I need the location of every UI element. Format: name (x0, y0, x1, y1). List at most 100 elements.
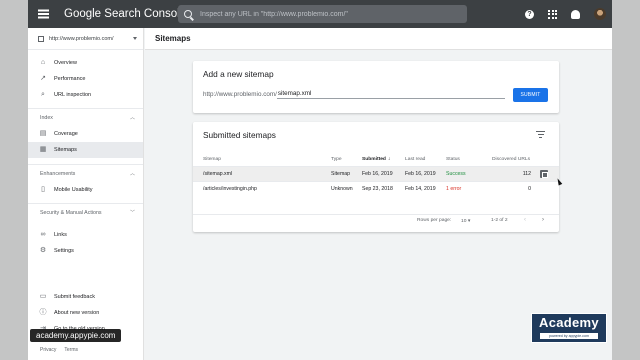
apps-icon[interactable] (548, 9, 557, 19)
sidebar-item-url-inspection[interactable]: ⌕ URL inspection (28, 87, 143, 103)
property-url: http://www.problemio.com/ (49, 35, 114, 42)
section-enhancements[interactable]: Enhancements ︿ (28, 164, 143, 182)
sidebar-item-coverage[interactable]: ▤ Coverage (28, 126, 143, 142)
home-icon: ⌂ (40, 59, 46, 66)
table-row[interactable]: /articles/investingin.php Unknown Sep 23… (193, 181, 559, 196)
section-security[interactable]: Security & Manual Actions ﹀ (28, 203, 143, 221)
submitted-sitemaps-title: Submitted sitemaps (203, 130, 276, 140)
cell-type: Sitemap (331, 171, 351, 177)
chevron-left-icon[interactable]: ‹ (524, 217, 526, 223)
cell-submitted: Sep 23, 2018 (362, 186, 393, 192)
col-header-submitted-label: Submitted (362, 157, 386, 162)
caret-down-icon (133, 37, 137, 40)
rows-per-page-label: Rows per page: (417, 218, 452, 223)
search-icon (184, 10, 192, 18)
submit-button[interactable]: SUBMIT (513, 88, 548, 102)
caret-down-icon: ▾ (467, 219, 471, 224)
chevron-down-icon: ﹀ (129, 210, 135, 216)
sidebar-item-overview[interactable]: ⌂ Overview (28, 55, 143, 71)
sidebar-item-performance[interactable]: ↗ Performance (28, 71, 143, 87)
col-header-discovered-urls[interactable]: Discovered URLs (492, 157, 530, 162)
open-report-icon[interactable] (540, 170, 548, 178)
sidebar-item-label: Overview (54, 60, 77, 66)
sidebar-item-label: Performance (54, 76, 86, 82)
sidebar-item-sitemaps[interactable]: ▦ Sitemaps (28, 142, 143, 158)
cell-discovered: 112 (522, 171, 531, 177)
sidebar-item-label: About new version (54, 310, 100, 316)
sitemaps-table: Sitemap Type Submitted ↓ Last read Status… (193, 152, 559, 196)
section-index[interactable]: Index ︿ (28, 108, 143, 126)
watermark-url: academy.appypie.com (30, 329, 122, 342)
left-dim-margin (0, 0, 28, 360)
pagination: Rows per page: 10 ▾ 1-2 of 2 ‹ › (193, 214, 559, 228)
sort-down-icon: ↓ (387, 156, 391, 162)
academy-logo: Academy powered by appypie.com (531, 313, 607, 343)
sidebar-item-links[interactable]: ∞ Links (28, 227, 143, 243)
app-brand: Google Search Console (64, 8, 187, 20)
terms-link[interactable]: Terms (64, 347, 78, 353)
cell-submitted: Feb 16, 2019 (362, 171, 393, 177)
search-console-app: Google Search Console ? http://www.probl… (28, 0, 612, 360)
sidebar-item-about-new-version[interactable]: ⓘ About new version (28, 305, 144, 321)
section-label: Enhancements (40, 170, 76, 177)
top-bar: Google Search Console ? (28, 0, 612, 28)
table-row[interactable]: /sitemap.xml Sitemap Feb 16, 2019 Feb 16… (193, 166, 559, 181)
col-header-last-read[interactable]: Last read (405, 157, 425, 162)
sidebar-item-label: URL inspection (54, 92, 92, 98)
footer-links: Privacy Terms (40, 347, 78, 353)
coverage-icon: ▤ (39, 130, 47, 137)
sidebar-item-mobile-usability[interactable]: ▯ Mobile Usability (28, 182, 143, 198)
sidebar-item-label: Coverage (54, 131, 78, 137)
url-inspect-input[interactable] (200, 10, 450, 18)
col-header-type[interactable]: Type (331, 157, 342, 162)
add-sitemap-row: http://www.problemio.com/ (203, 89, 505, 99)
col-header-status[interactable]: Status (446, 157, 460, 162)
cell-type: Unknown (331, 186, 353, 192)
property-selector[interactable]: http://www.problemio.com/ (28, 28, 143, 50)
sidebar-item-settings[interactable]: ⚙ Settings (28, 243, 143, 259)
right-dim-margin (612, 0, 640, 360)
cell-sitemap: /sitemap.xml (203, 171, 233, 177)
cell-last-read: Feb 16, 2019 (405, 171, 436, 177)
search-icon: ⌕ (41, 91, 45, 98)
search-bar[interactable] (178, 5, 467, 23)
chevron-right-icon[interactable]: › (542, 217, 544, 223)
notifications-icon[interactable] (571, 9, 580, 19)
col-header-submitted[interactable]: Submitted ↓ (362, 156, 390, 162)
section-label: Security & Manual Actions (40, 209, 102, 216)
page-range: 1-2 of 2 (491, 218, 508, 223)
sidebar: http://www.problemio.com/ ⌂ Overview ↗ P… (28, 28, 144, 360)
sidebar-item-label: Settings (54, 248, 74, 254)
sidebar-item-label: Sitemaps (54, 147, 77, 153)
trending-icon: ↗ (40, 75, 46, 82)
academy-logo-title: Academy (539, 315, 599, 330)
topbar-icons: ? (525, 8, 612, 20)
academy-logo-sub: powered by appypie.com (540, 333, 598, 339)
chevron-up-icon: ︿ (129, 115, 135, 121)
sidebar-item-label: Submit feedback (54, 294, 95, 300)
settings-icon: ⚙ (39, 247, 47, 254)
cell-status: Success (446, 171, 466, 177)
sitemap-url-input[interactable] (276, 89, 505, 99)
info-icon: ⓘ (39, 309, 47, 316)
feedback-icon: ▭ (39, 293, 47, 300)
table-header: Sitemap Type Submitted ↓ Last read Status… (193, 152, 559, 166)
privacy-link[interactable]: Privacy (40, 347, 56, 353)
cell-sitemap: /articles/investingin.php (203, 186, 257, 192)
filter-icon[interactable] (536, 131, 545, 138)
phone-icon: ▯ (41, 186, 45, 193)
col-header-sitemap[interactable]: Sitemap (203, 157, 221, 162)
account-avatar[interactable] (594, 8, 606, 20)
cell-discovered: 0 (528, 186, 531, 192)
menu-icon[interactable] (28, 0, 58, 28)
property-icon (38, 35, 44, 42)
rows-per-page-select[interactable]: 10 ▾ (461, 218, 470, 224)
sidebar-item-submit-feedback[interactable]: ▭ Submit feedback (28, 289, 144, 305)
sitemaps-icon: ▦ (39, 146, 47, 153)
submitted-sitemaps-card: Submitted sitemaps Sitemap Type Submitte… (193, 122, 559, 232)
chevron-up-icon: ︿ (129, 171, 135, 177)
section-label: Index (40, 114, 53, 121)
page-title: Sitemaps (145, 28, 612, 50)
help-icon[interactable]: ? (525, 9, 534, 19)
add-sitemap-card: Add a new sitemap http://www.problemio.c… (193, 61, 559, 113)
